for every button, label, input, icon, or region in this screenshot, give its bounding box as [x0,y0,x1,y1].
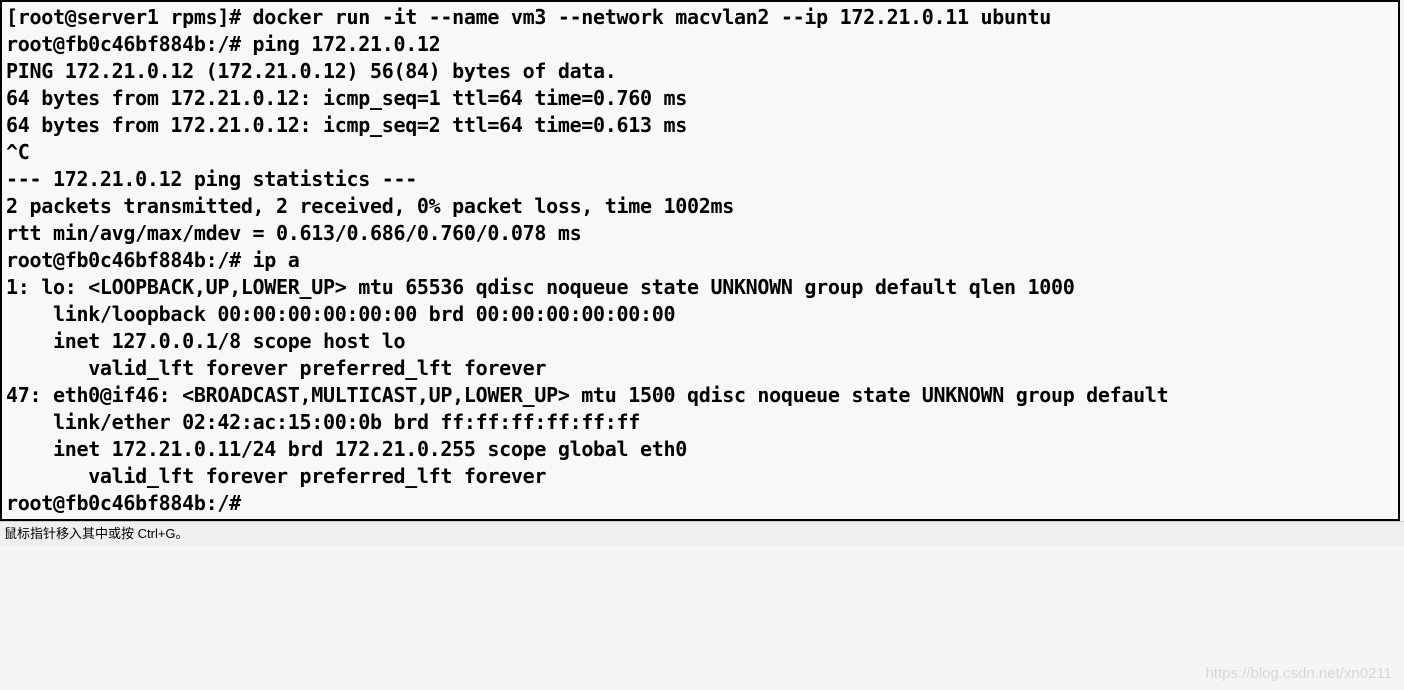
watermark: https://blog.csdn.net/xn0211 [1205,664,1392,684]
status-bar: 鼠标指针移入其中或按 Ctrl+G。 [0,521,1404,545]
terminal-window[interactable]: [root@server1 rpms]# docker run -it --na… [0,0,1400,521]
terminal-output[interactable]: [root@server1 rpms]# docker run -it --na… [6,4,1394,517]
